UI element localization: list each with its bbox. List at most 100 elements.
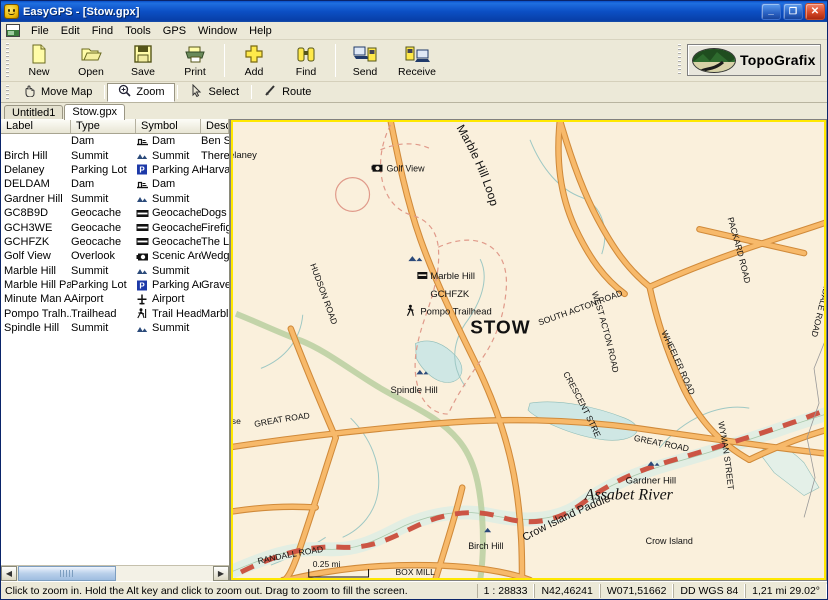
minimize-icon: _ — [768, 5, 774, 16]
tab-untitled1[interactable]: Untitled1 — [4, 105, 64, 120]
toolbar-grip[interactable] — [4, 43, 11, 78]
cell-description: Wedgev — [201, 250, 229, 263]
maximize-button[interactable]: ❐ — [783, 3, 803, 20]
geocache-icon — [136, 222, 149, 233]
geocache-icon — [136, 208, 149, 219]
window-title: EasyGPS - [Stow.gpx] — [23, 5, 140, 18]
table-row[interactable]: Marble Hill Summit Summit — [1, 264, 229, 278]
geocache-icon — [136, 236, 149, 247]
table-row[interactable]: GC8B9DGeocacheGeocacheDogs at — [1, 206, 229, 220]
table-row[interactable]: Delaney Parking Lot P Parking AreaHarvard — [1, 163, 229, 177]
table-row[interactable]: Dam Dam Ben Smit — [1, 134, 229, 148]
menu-file[interactable]: File — [25, 24, 55, 38]
topografix-oval-logo — [692, 47, 736, 73]
camera-icon — [136, 251, 149, 262]
cell-symbol: Summit — [136, 150, 201, 162]
column-header-description[interactable]: Description — [201, 119, 229, 133]
cell-type: Geocache — [71, 207, 122, 220]
mode-route[interactable]: Route — [254, 83, 321, 102]
summit-icon — [136, 150, 149, 161]
scroll-left-arrow[interactable]: ◀ — [1, 566, 17, 581]
smiley-icon — [4, 4, 19, 19]
table-row[interactable]: GCH3WEGeocacheGeocacheFirefight — [1, 220, 229, 234]
column-header-label[interactable]: Label — [1, 119, 71, 133]
status-hint: Click to zoom in. Hold the Alt key and c… — [5, 584, 408, 597]
table-row[interactable]: Birch Hill Summit Summit There ar — [1, 148, 229, 162]
menu-tools[interactable]: Tools — [119, 24, 157, 38]
scroll-thumb[interactable] — [18, 566, 116, 581]
table-row[interactable]: Spindle Hill Summit Summit — [1, 321, 229, 335]
cell-label: DELDAM — [4, 178, 50, 191]
cell-symbol: Airport — [136, 293, 201, 305]
document-tabs: Untitled1 Stow.gpx — [1, 103, 827, 120]
floppy-disk-icon — [130, 43, 156, 65]
list-header: Label Type Symbol Description — [1, 119, 229, 134]
open-button[interactable]: Open — [65, 40, 117, 81]
cell-label: GCH3WE — [4, 221, 53, 234]
status-datum: DD WGS 84 — [673, 583, 746, 598]
cell-type: Summit — [71, 149, 109, 162]
menu-help[interactable]: Help — [243, 24, 278, 38]
mode-select[interactable]: Select — [180, 83, 249, 102]
map-selection-frame — [231, 120, 826, 580]
close-icon: ✕ — [810, 5, 820, 17]
open-label: Open — [78, 66, 104, 78]
cell-label: Gardner Hill — [4, 192, 63, 205]
table-row[interactable]: Golf View Overlook Scenic AreaWedgev — [1, 249, 229, 263]
table-row[interactable]: Minute Man A...AirportAirport — [1, 292, 229, 306]
map-view[interactable]: Golf View Marble Hill GCHFZK Pompo Trail… — [230, 119, 827, 581]
table-row[interactable]: DELDAM Dam Dam — [1, 177, 229, 191]
cell-symbol-label: Parking Area — [152, 163, 201, 176]
tab-stow-gpx[interactable]: Stow.gpx — [64, 104, 126, 120]
menu-find[interactable]: Find — [86, 24, 119, 38]
window-controls: _ ❐ ✕ — [761, 3, 825, 20]
cell-symbol-label: Dam — [152, 178, 176, 191]
menu-gps[interactable]: GPS — [157, 24, 192, 38]
waypoint-list-pane: Label Type Symbol Description Dam Dam Ben … — [1, 119, 230, 581]
main-content: Label Type Symbol Description Dam Dam Ben … — [1, 119, 827, 581]
table-row[interactable]: Marble Hill Pa...Parking Lot P Parking Are… — [1, 278, 229, 292]
cell-type: Summit — [71, 192, 109, 205]
menu-edit[interactable]: Edit — [55, 24, 86, 38]
cell-symbol: Scenic Area — [136, 250, 201, 262]
add-button[interactable]: Add — [228, 40, 280, 81]
topografix-logo[interactable]: TopoGrafix — [687, 44, 821, 76]
mode-move-map[interactable]: Move Map — [13, 83, 102, 102]
minimize-button[interactable]: _ — [761, 3, 781, 20]
table-row[interactable]: Pompo Tralh...Trailhead Trail HeadMarble … — [1, 307, 229, 321]
mode-zoom[interactable]: Zoom — [107, 82, 176, 102]
close-button[interactable]: ✕ — [805, 3, 825, 20]
receive-button[interactable]: Receive — [391, 40, 443, 81]
table-row[interactable]: GCHFZKGeocacheGeocacheThe Losl — [1, 235, 229, 249]
scroll-track[interactable] — [116, 566, 213, 581]
new-button[interactable]: New — [13, 40, 65, 81]
arrow-cursor-icon — [190, 83, 203, 100]
logo-grip[interactable] — [676, 44, 683, 76]
svg-text:P: P — [139, 281, 145, 290]
airport-icon — [136, 294, 149, 305]
save-button[interactable]: Save — [117, 40, 169, 81]
mode-select-label: Select — [208, 86, 240, 98]
cell-symbol-label: Airport — [152, 293, 185, 306]
cell-description: Harvard — [201, 163, 229, 176]
dam-icon — [136, 179, 149, 190]
cell-description: Gravel p — [201, 279, 229, 292]
send-to-gps-icon — [352, 43, 378, 65]
print-label: Print — [184, 66, 206, 78]
topografix-label: TopoGrafix — [740, 52, 816, 68]
cell-symbol: P Parking Area — [136, 164, 201, 176]
dam-icon — [136, 136, 149, 147]
find-button[interactable]: Find — [280, 40, 332, 81]
send-button[interactable]: Send — [339, 40, 391, 81]
modebar-grip[interactable] — [4, 84, 11, 100]
cell-description: Ben Smit — [201, 135, 229, 148]
column-header-symbol[interactable]: Symbol — [136, 119, 201, 133]
menu-window[interactable]: Window — [192, 24, 243, 38]
table-row[interactable]: Gardner Hill Summit Summit — [1, 192, 229, 206]
scroll-right-arrow[interactable]: ▶ — [213, 566, 229, 581]
cell-symbol-label: Scenic Area — [152, 250, 201, 263]
list-horizontal-scrollbar[interactable]: ◀ ▶ — [1, 565, 229, 581]
print-button[interactable]: Print — [169, 40, 221, 81]
status-scale: 1 : 28833 — [476, 583, 535, 598]
column-header-type[interactable]: Type — [71, 119, 136, 133]
